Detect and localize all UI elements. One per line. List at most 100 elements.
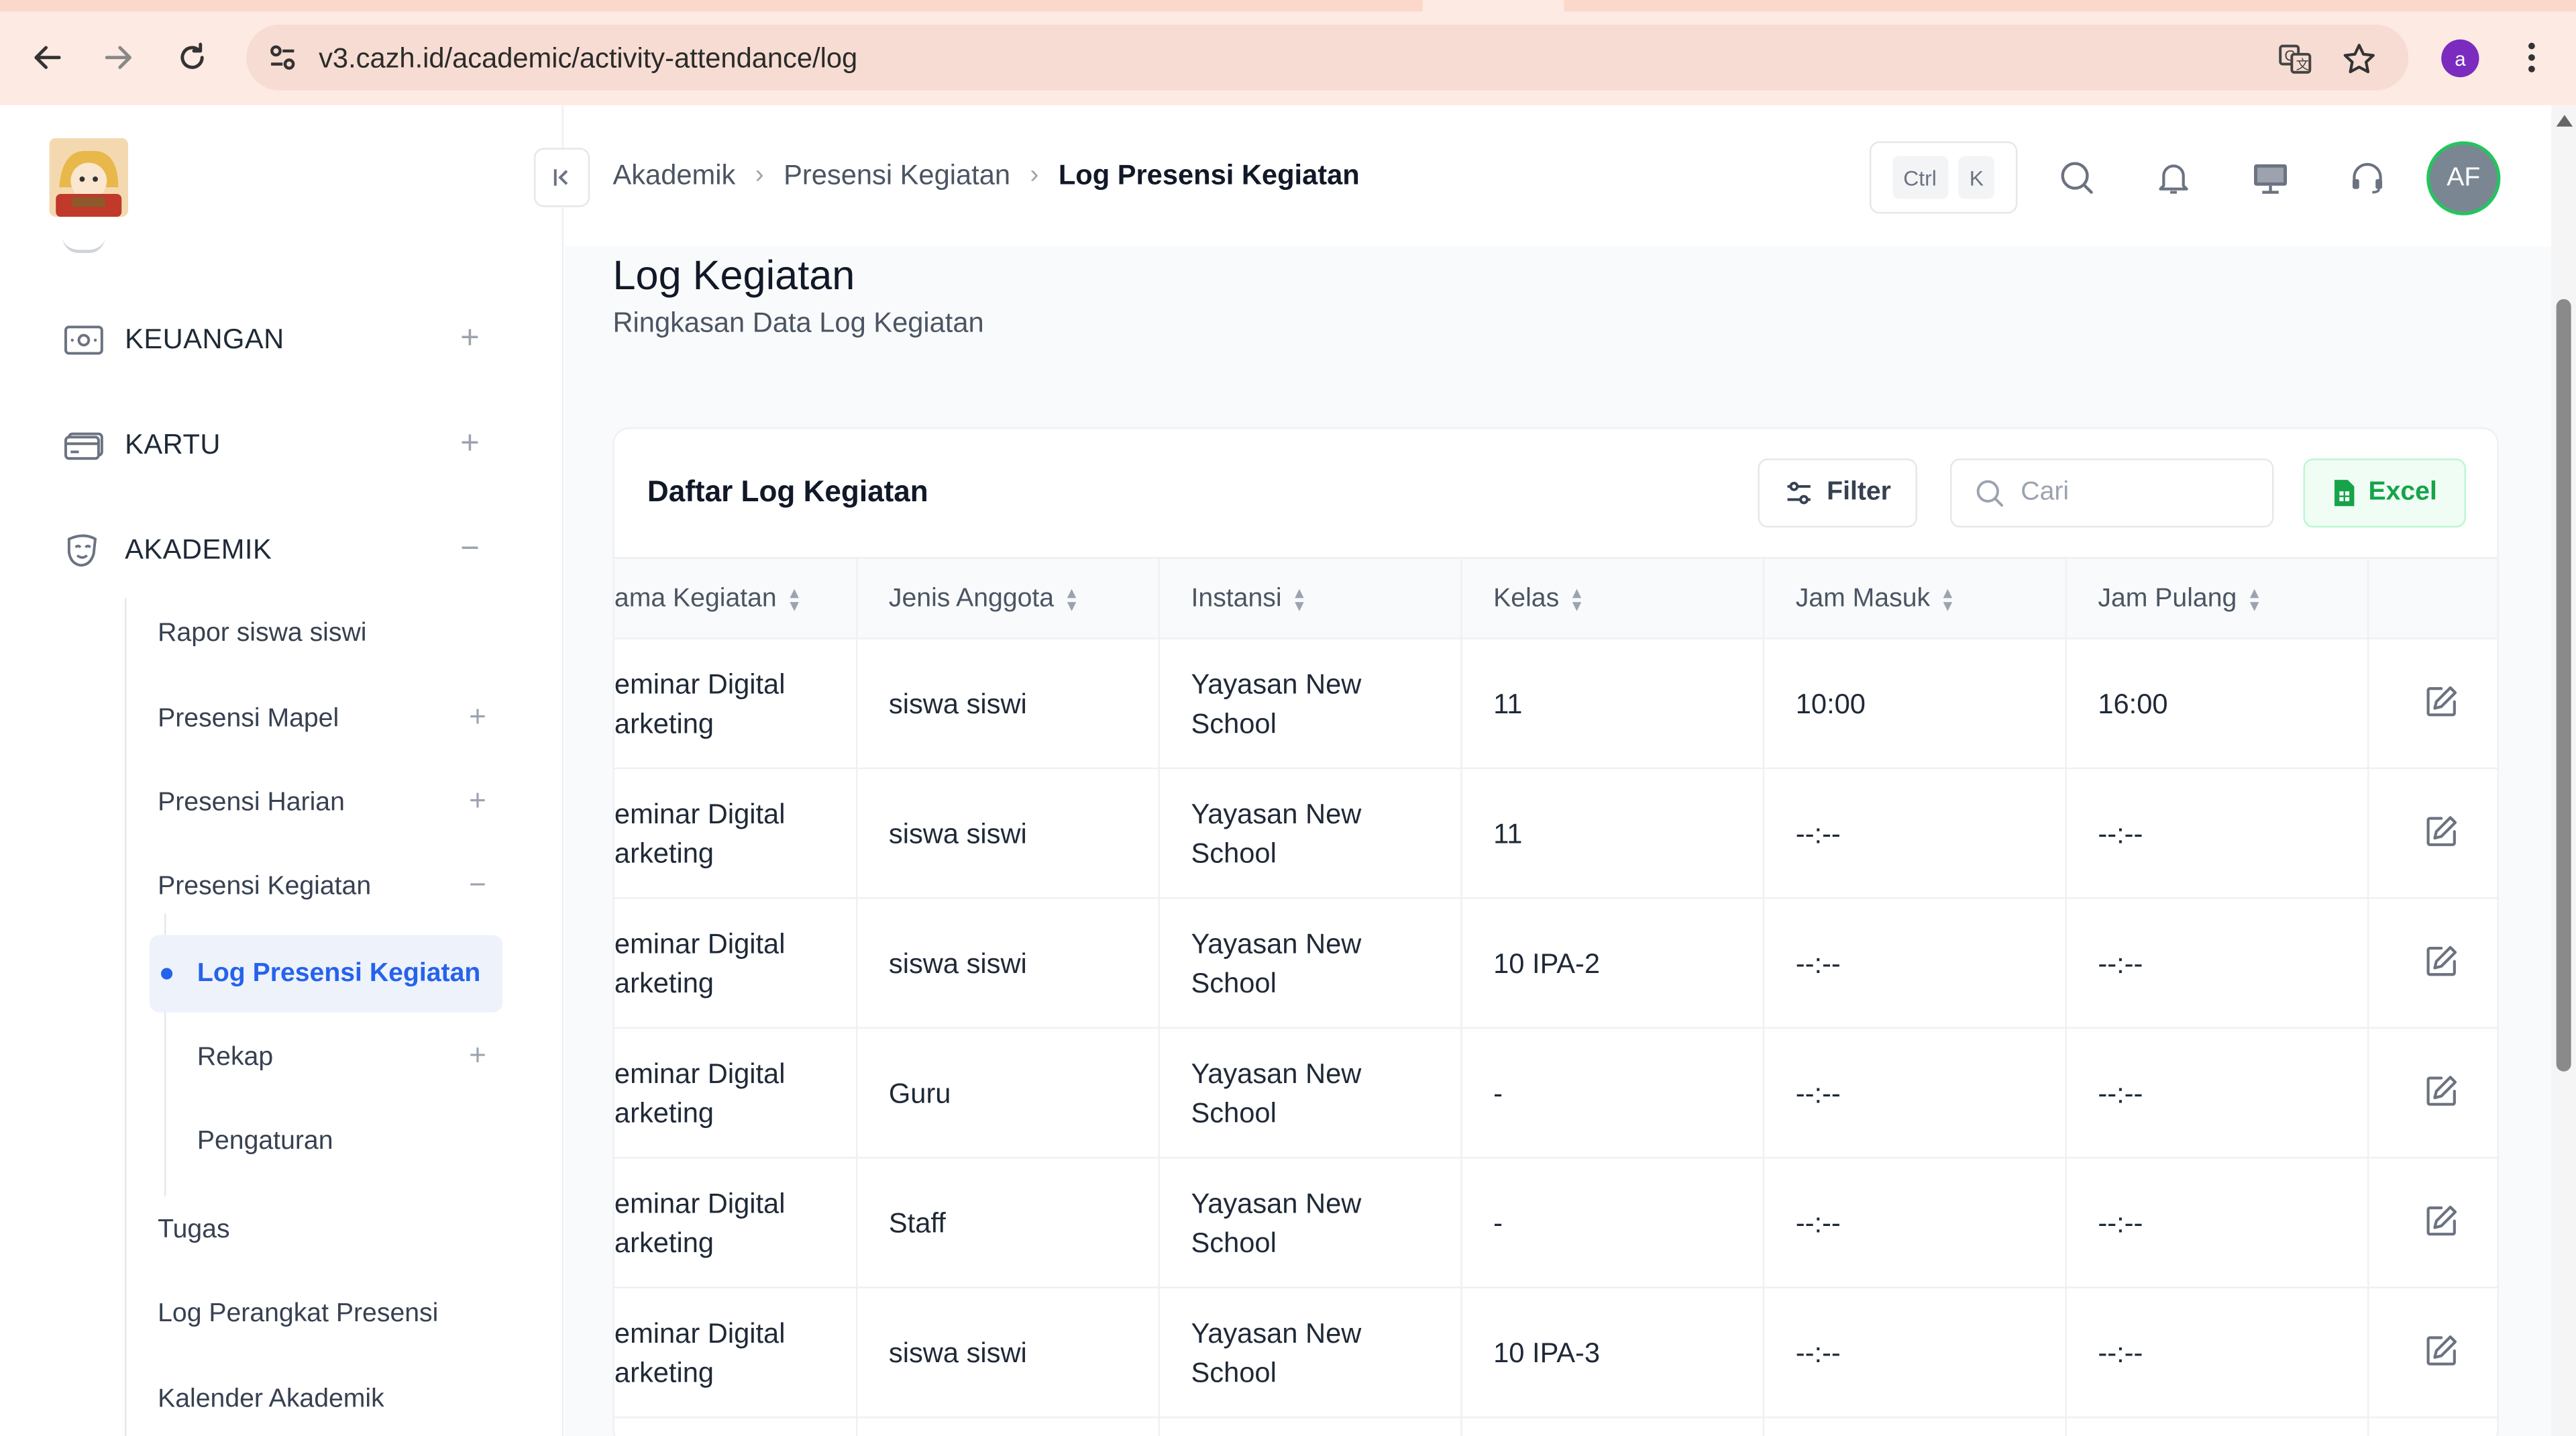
column-header-instansi[interactable]: Instansi ▴ ▾ xyxy=(1191,559,1304,641)
column-label: Jam Masuk xyxy=(1795,584,1931,613)
export-excel-button[interactable]: Excel xyxy=(2303,458,2466,528)
cell-nama-kegiatan: eminar Digital arketing xyxy=(614,1187,786,1258)
expand-icon[interactable]: + xyxy=(469,700,486,734)
sidebar-item-label: Log Presensi Kegiatan xyxy=(197,958,481,987)
edit-icon[interactable] xyxy=(2423,684,2463,723)
expand-icon[interactable]: + xyxy=(469,1039,486,1073)
sidebar-item-pengaturan[interactable]: Pengaturan xyxy=(197,1113,496,1172)
scrollbar-thumb[interactable] xyxy=(2556,299,2571,1072)
column-header-jam-pulang[interactable]: Jam Pulang ▴ ▾ xyxy=(2098,559,2259,641)
column-header-kelas[interactable]: Kelas ▴ ▾ xyxy=(1493,559,1581,641)
sidebar-item-akademik[interactable]: AKADEMIK − xyxy=(62,521,493,580)
cell-instansi: Yayasan New School xyxy=(1191,668,1362,739)
breadcrumb-item[interactable]: Akademik xyxy=(612,160,735,193)
cell-instansi: Yayasan New School xyxy=(1191,1317,1362,1388)
sort-icon: ▴ ▾ xyxy=(1943,583,1953,617)
headset-icon[interactable] xyxy=(2348,158,2387,197)
url-text[interactable]: v3.cazh.id/academic/activity-attendance/… xyxy=(319,43,857,76)
forward-icon[interactable] xyxy=(97,36,140,79)
table-row: eminar Digital arketing Guru Yayasan New… xyxy=(614,1029,2498,1159)
scroll-up-arrow-icon[interactable] xyxy=(2556,115,2573,127)
monitor-icon[interactable] xyxy=(2251,158,2290,197)
sidebar-item-log-presensi-kegiatan[interactable]: Log Presensi Kegiatan xyxy=(149,935,503,1013)
sidebar-item-presensi-harian[interactable]: Presensi Harian + xyxy=(158,774,496,833)
expand-icon[interactable]: + xyxy=(469,784,486,818)
sidebar-item-presensi-mapel[interactable]: Presensi Mapel + xyxy=(158,690,496,750)
page-subtitle: Ringkasan Data Log Kegiatan xyxy=(612,307,984,339)
collapse-icon[interactable]: − xyxy=(469,868,486,902)
sort-icon: ▴ ▾ xyxy=(2249,583,2259,617)
page-scrollbar[interactable] xyxy=(2551,105,2576,1436)
filter-sliders-icon xyxy=(1787,482,1811,505)
table-row: eminar Digital arketing siswa siswi Yaya… xyxy=(614,899,2498,1029)
column-header-jenis-anggota[interactable]: Jenis Anggota ▴ ▾ xyxy=(889,559,1076,641)
bell-icon[interactable] xyxy=(2154,158,2194,197)
search-input[interactable] xyxy=(2021,478,2251,508)
active-tab[interactable] xyxy=(1422,0,1564,12)
cell-jam-pulang: --:-- xyxy=(2098,1337,2143,1368)
collapse-icon[interactable]: − xyxy=(453,531,486,568)
column-header-jam-masuk[interactable]: Jam Masuk ▴ ▾ xyxy=(1796,559,1952,641)
sidebar-item-kartu[interactable]: KARTU + xyxy=(62,416,493,475)
wallet-icon xyxy=(62,319,105,362)
sidebar-item-label: Presensi Mapel xyxy=(158,705,339,733)
cell-instansi: Yayasan New School xyxy=(1191,927,1362,998)
sidebar-item-label: KEUANGAN xyxy=(125,323,284,355)
breadcrumb-current: Log Presensi Kegiatan xyxy=(1058,159,1360,191)
cell-nama-kegiatan: eminar Digital arketing xyxy=(614,1057,786,1129)
expand-icon[interactable]: + xyxy=(453,425,486,463)
sidebar-item-rapor[interactable]: Rapor siswa siswi xyxy=(158,605,496,664)
user-avatar[interactable]: AF xyxy=(2426,141,2501,215)
edit-icon[interactable] xyxy=(2423,1073,2463,1113)
cell-nama-kegiatan: eminar Digital arketing xyxy=(614,797,786,869)
site-settings-icon[interactable] xyxy=(263,38,303,77)
filter-button[interactable]: Filter xyxy=(1758,458,1917,528)
chevron-right-icon: › xyxy=(755,161,764,189)
sidebar-item-kalender[interactable]: Kalender Akademik xyxy=(158,1370,496,1429)
sidebar-item-label: AKADEMIK xyxy=(125,533,272,566)
translate-icon[interactable]: G文 xyxy=(2277,41,2313,77)
card-icon xyxy=(62,424,105,467)
tree-line xyxy=(125,598,127,1436)
cell-jenis-anggota: Staff xyxy=(888,1207,946,1239)
search-icon[interactable] xyxy=(2057,158,2096,197)
back-icon[interactable] xyxy=(26,36,69,79)
address-bar[interactable]: v3.cazh.id/academic/activity-attendance/… xyxy=(246,24,2409,91)
cell-kelas: - xyxy=(1493,1077,1503,1109)
sidebar-item-log-perangkat[interactable]: Log Perangkat Presensi xyxy=(158,1285,496,1344)
command-palette-button[interactable]: Ctrl K xyxy=(1869,141,2018,214)
school-logo[interactable] xyxy=(49,138,129,217)
menu-item-partial-icon xyxy=(62,234,105,254)
excel-label: Excel xyxy=(2368,478,2437,507)
spreadsheet-file-icon xyxy=(2334,480,2354,507)
sidebar-item-rekap[interactable]: Rekap + xyxy=(197,1029,496,1088)
cell-jam-masuk: --:-- xyxy=(1795,1337,1841,1368)
edit-icon[interactable] xyxy=(2423,813,2463,853)
breadcrumb: Akademik › Presensi Kegiatan › Log Prese… xyxy=(612,160,1359,193)
browser-menu-icon[interactable] xyxy=(2520,36,2543,79)
breadcrumb-item[interactable]: Presensi Kegiatan xyxy=(784,160,1010,193)
reload-icon[interactable] xyxy=(171,36,214,79)
edit-icon[interactable] xyxy=(2423,943,2463,983)
table-row: eminar Digital arketing siswa siswi Yaya… xyxy=(614,639,2498,770)
expand-icon[interactable]: + xyxy=(453,321,486,358)
sidebar-item-keuangan[interactable]: KEUANGAN + xyxy=(62,311,493,370)
cell-jenis-anggota: siswa siswi xyxy=(888,817,1027,849)
column-header-nama-kegiatan[interactable]: ama Kegiatan ▴ ▾ xyxy=(614,559,799,641)
collapse-sidebar-button[interactable] xyxy=(533,148,590,207)
kbd-ctrl: Ctrl xyxy=(1892,156,1948,199)
bookmark-star-icon[interactable] xyxy=(2341,41,2377,77)
sort-icon: ▴ ▾ xyxy=(1572,583,1582,617)
edit-icon[interactable] xyxy=(2423,1203,2463,1243)
sidebar-item-label: Rekap xyxy=(197,1043,274,1072)
edit-icon[interactable] xyxy=(2423,1333,2463,1372)
cell-jam-pulang: --:-- xyxy=(2098,1207,2143,1239)
cell-kelas: 10 IPA-2 xyxy=(1493,947,1601,979)
tab-strip xyxy=(0,0,2576,12)
cell-jenis-anggota: siswa siswi xyxy=(888,687,1027,719)
search-field[interactable] xyxy=(1949,458,2274,528)
cell-jam-pulang: --:-- xyxy=(2098,947,2143,979)
sidebar-item-tugas[interactable]: Tugas xyxy=(158,1201,496,1260)
browser-profile-avatar[interactable]: a xyxy=(2441,39,2479,78)
sidebar-item-presensi-kegiatan[interactable]: Presensi Kegiatan − xyxy=(158,858,496,917)
